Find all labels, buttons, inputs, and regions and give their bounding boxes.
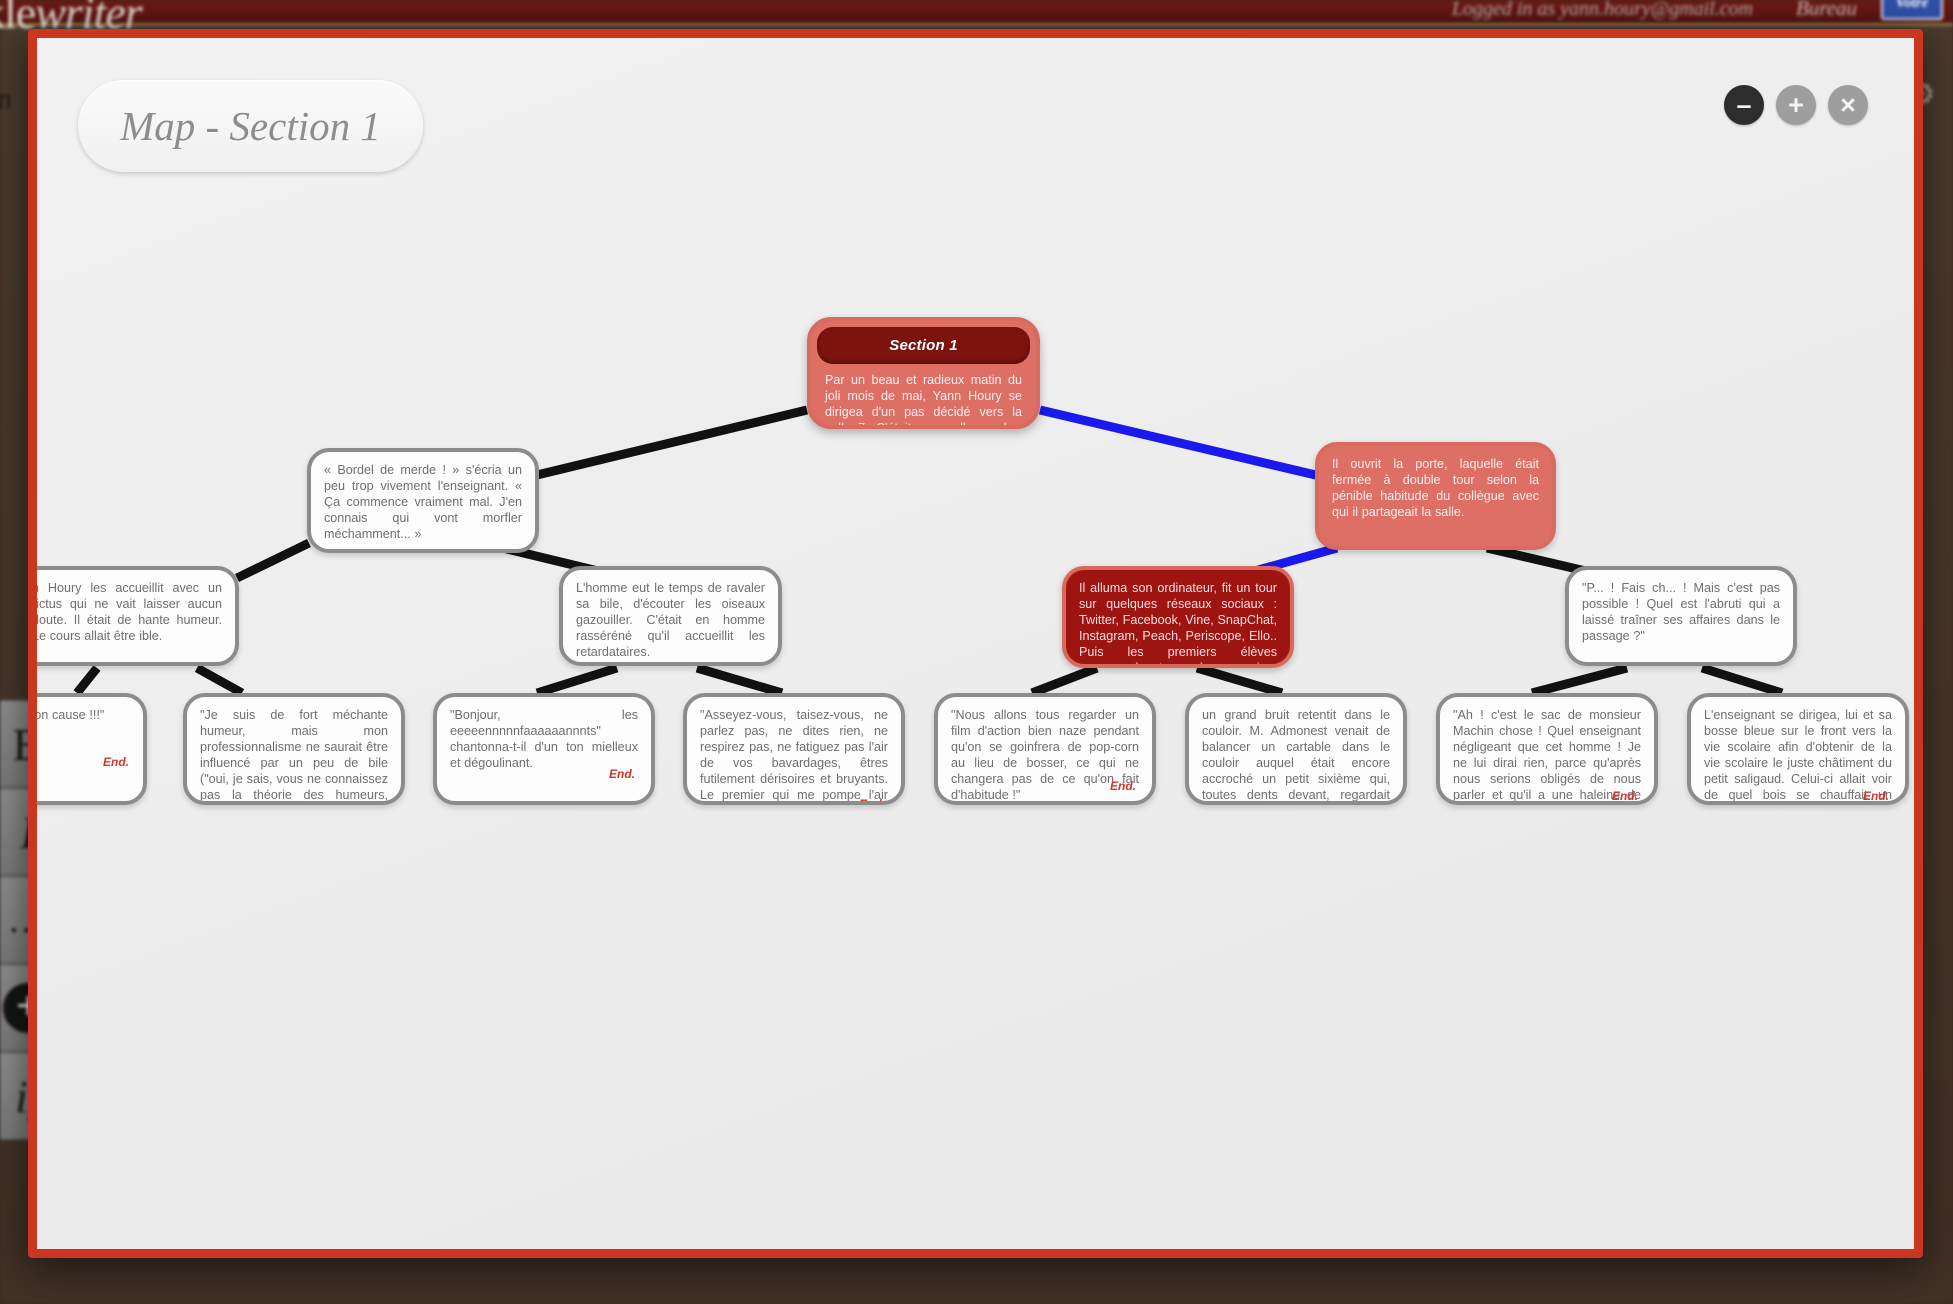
node-text: "P... ! Fais ch... ! Mais c'est pas poss…: [1582, 581, 1780, 643]
node-text: Il ouvrit la porte, laquelle était fermé…: [1332, 457, 1539, 519]
connector-left-to-r3a: [235, 538, 311, 583]
node-un-grand-bruit-retentit[interactable]: un grand bruit retentit dans le couloir.…: [1185, 693, 1407, 805]
end-marker: End.: [1110, 779, 1136, 793]
node-text: a proposition cause !!!": [37, 708, 105, 722]
node-houry-les-accueillit[interactable]: n Houry les accueillit avec un rictus qu…: [37, 566, 239, 666]
connector-r3b-to-r44: [695, 663, 784, 698]
node-text: n Houry les accueillit avec un rictus qu…: [37, 581, 222, 643]
node-il-alluma-son-ordinateur[interactable]: Il alluma son ordinateur, fit un tour su…: [1062, 566, 1294, 668]
connector-r3b-to-r43: [535, 663, 619, 698]
node-lhomme-eut-le-temps[interactable]: L'homme eut le temps de ravaler sa bile,…: [559, 566, 782, 666]
connector-r3c-to-r45: [1030, 663, 1099, 698]
connector-r3a-to-r42: [194, 664, 245, 697]
node-fais-ch-pas-possible[interactable]: "P... ! Fais ch... ! Mais c'est pas poss…: [1565, 566, 1797, 666]
node-text: Par un beau et radieux matin du joli moi…: [825, 373, 1022, 429]
node-lenseignant-se-dirigea[interactable]: L'enseignant se dirigea, lui et sa bosse…: [1687, 693, 1909, 805]
connector-r3d-to-r47: [1530, 663, 1629, 698]
design-label: gn: [0, 82, 12, 115]
node-text: "Asseyez-vous, taisez-vous, ne parlez pa…: [700, 708, 888, 802]
node-text: "Je suis de fort méchante humeur, mais m…: [200, 708, 388, 802]
minus-icon: –: [1736, 89, 1752, 120]
connector-root-to-left: [535, 405, 809, 480]
end-marker: End.: [1863, 789, 1889, 803]
map-window-controls: – + ×: [1724, 85, 1868, 125]
user-session-label: Logged in as yann.houry@gmail.com: [1451, 0, 1753, 20]
node-section-1[interactable]: Section 1 Par un beau et radieux matin d…: [807, 317, 1040, 429]
node-il-ouvrit-la-porte[interactable]: Il ouvrit la porte, laquelle était fermé…: [1315, 442, 1556, 550]
bureau-link[interactable]: Bureau: [1796, 0, 1857, 21]
node-text: L'homme eut le temps de ravaler sa bile,…: [576, 581, 765, 659]
plus-icon: +: [1788, 89, 1804, 120]
connector-root-to-right: [1038, 405, 1322, 481]
votre-badge[interactable]: Votre: [1881, 0, 1943, 20]
close-button[interactable]: ×: [1828, 85, 1868, 125]
node-text: « Bordel de merde ! » s'écria un peu tro…: [324, 463, 522, 541]
node-text: Il alluma son ordinateur, fit un tour su…: [1079, 581, 1277, 668]
zoom-in-button[interactable]: +: [1776, 85, 1816, 125]
zoom-out-button[interactable]: –: [1724, 85, 1764, 125]
node-je-suis-de-fort-mechante-humeur[interactable]: "Je suis de fort méchante humeur, mais m…: [183, 693, 405, 805]
map-overlay-window: Map - Section 1 – + × Section 1 Par un b…: [28, 29, 1923, 1258]
map-canvas[interactable]: Map - Section 1 – + × Section 1 Par un b…: [37, 38, 1914, 1249]
end-marker: End.: [1612, 789, 1638, 803]
node-asseyez-vous-taisez-vous[interactable]: "Asseyez-vous, taisez-vous, ne parlez pa…: [683, 693, 905, 805]
end-marker: End.: [609, 767, 635, 781]
node-nous-allons-tous-regarder[interactable]: "Nous allons tous regarder un film d'act…: [934, 693, 1156, 805]
connector-r3c-to-r46: [1195, 663, 1284, 698]
node-bonjour-les-enfants[interactable]: "Bonjour, les eeeeennnnnfaaaaaannnts" ch…: [433, 693, 655, 805]
node-a-proposition[interactable]: a proposition cause !!!" End.: [37, 693, 147, 805]
node-bordel-de-merde[interactable]: « Bordel de merde ! » s'écria un peu tro…: [307, 448, 539, 553]
node-text: un grand bruit retentit dans le couloir.…: [1202, 708, 1390, 802]
node-header: Section 1: [817, 327, 1030, 364]
connector-r3d-to-r48: [1700, 663, 1784, 698]
end-marker: End.: [103, 755, 129, 769]
page-title: Map - Section 1: [78, 80, 423, 172]
connector-r3a-to-r41: [73, 665, 101, 696]
node-sac-de-monsieur-machin[interactable]: "Ah ! c'est le sac de monsieur Machin ch…: [1436, 693, 1658, 805]
close-icon: ×: [1840, 89, 1856, 120]
